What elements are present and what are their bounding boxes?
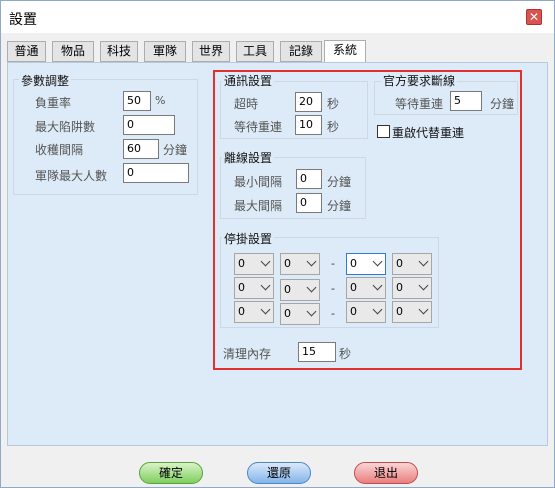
title-bar: 設置 ✕ [1, 1, 554, 33]
exit-button[interactable]: 退出 [354, 462, 418, 484]
collect-unit: 分鐘 [163, 143, 188, 157]
trap-input[interactable]: 0 [123, 115, 175, 135]
tab-items[interactable]: 物品 [52, 41, 94, 62]
load-label: 負重率 [35, 96, 72, 110]
army-label: 軍隊最大人數 [35, 169, 108, 183]
tab-general[interactable]: 普通 [7, 41, 46, 62]
tab-world[interactable]: 世界 [192, 41, 230, 62]
params-title: 參數調整 [19, 72, 72, 89]
tab-tech[interactable]: 科技 [100, 41, 138, 62]
collect-input[interactable]: 60 [123, 139, 159, 159]
army-input[interactable]: 0 [123, 163, 189, 183]
collect-label: 收穫間隔 [35, 143, 84, 157]
settings-window: 設置 ✕ 普通 物品 科技 軍隊 世界 工具 記錄 系統 參數調整 負重率 50… [0, 0, 555, 488]
tab-system[interactable]: 系統 [324, 40, 366, 63]
restore-button[interactable]: 還原 [247, 462, 311, 484]
tab-log[interactable]: 記錄 [280, 41, 322, 62]
close-icon[interactable]: ✕ [526, 9, 542, 25]
trap-label: 最大陷阱數 [35, 120, 96, 134]
tab-army[interactable]: 軍隊 [144, 41, 186, 62]
window-title: 設置 [9, 12, 37, 28]
ok-button[interactable]: 確定 [139, 462, 203, 484]
load-input[interactable]: 50 [123, 91, 151, 111]
load-unit: % [155, 94, 166, 107]
highlight-box [213, 70, 522, 370]
tab-tools[interactable]: 工具 [236, 41, 274, 62]
